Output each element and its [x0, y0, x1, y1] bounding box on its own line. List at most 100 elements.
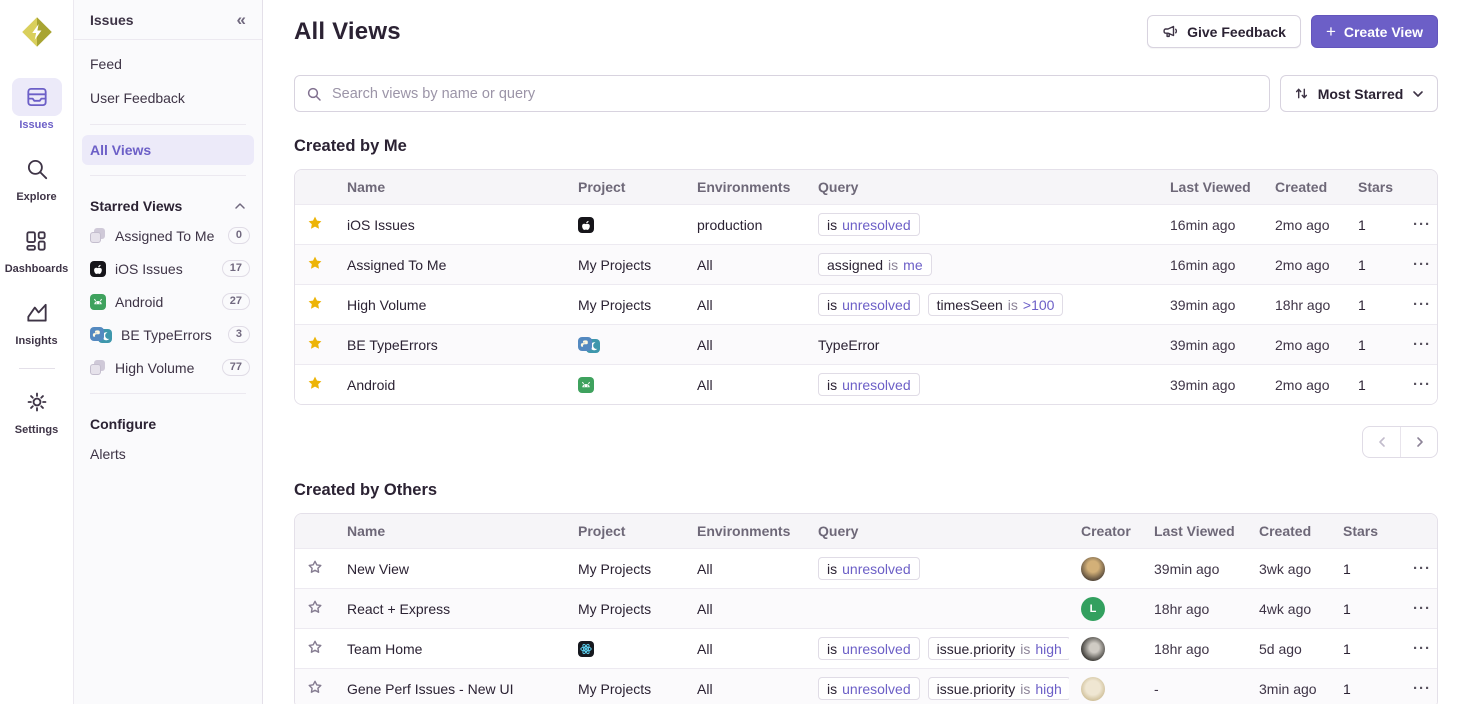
starred-view-assigned-to-me[interactable]: Assigned To Me 0 [74, 219, 262, 252]
column-header-stars: Stars [1346, 179, 1401, 195]
stars-count: 1 [1331, 601, 1401, 617]
issues-sidebar: Issues « Feed User Feedback All Views St… [74, 0, 263, 704]
page-title: All Views [294, 18, 401, 46]
last-viewed-value: 39min ago [1170, 377, 1235, 393]
created-value: 3wk ago [1259, 561, 1311, 577]
sidebar-title: Issues [90, 12, 134, 28]
create-view-button[interactable]: + Create View [1311, 15, 1438, 48]
rail-label: Dashboards [5, 263, 69, 275]
star-outline-icon[interactable] [307, 559, 323, 578]
search-icon [306, 86, 322, 102]
row-actions-button[interactable]: ··· [1401, 336, 1438, 353]
rail-item-dashboards[interactable]: Dashboards [5, 222, 69, 275]
project-stack-icon [90, 360, 106, 376]
python-pair-icon [90, 327, 112, 343]
created-by-me-table: Name Project Environments Query Last Vie… [294, 169, 1438, 405]
count-badge: 17 [222, 260, 250, 277]
row-actions-button[interactable]: ··· [1401, 376, 1438, 393]
row-actions-button[interactable]: ··· [1401, 296, 1438, 313]
row-actions-button[interactable]: ··· [1401, 256, 1438, 273]
stars-count: 1 [1346, 337, 1401, 353]
starred-view-label: BE TypeErrors [121, 327, 219, 343]
starred-view-high-volume[interactable]: High Volume 77 [74, 351, 262, 384]
starred-view-ios-issues[interactable]: iOS Issues 17 [74, 252, 262, 285]
star-outline-icon[interactable] [307, 679, 323, 698]
row-actions-button[interactable]: ··· [1401, 600, 1438, 617]
view-name-link[interactable]: New View [347, 561, 409, 577]
star-filled-icon[interactable] [307, 335, 323, 354]
previous-page-button[interactable] [1363, 427, 1400, 457]
rail-item-settings[interactable]: Settings [12, 383, 62, 436]
star-outline-icon[interactable] [307, 599, 323, 618]
chevron-up-icon[interactable] [234, 202, 246, 210]
row-actions-button[interactable]: ··· [1401, 680, 1438, 697]
give-feedback-label: Give Feedback [1187, 24, 1286, 40]
created-value: 5d ago [1259, 641, 1302, 657]
table-row: React + Express My Projects All L 18hr a… [295, 588, 1437, 628]
star-filled-icon[interactable] [307, 295, 323, 314]
view-name-link[interactable]: Gene Perf Issues - New UI [347, 681, 514, 697]
collapse-sidebar-button[interactable]: « [237, 11, 246, 28]
sort-dropdown[interactable]: Most Starred [1280, 75, 1438, 112]
view-name-link[interactable]: React + Express [347, 601, 450, 617]
stars-count: 1 [1331, 561, 1401, 577]
app-logo[interactable] [18, 13, 56, 54]
chevron-right-icon [1414, 436, 1424, 448]
next-page-button[interactable] [1400, 427, 1437, 457]
column-header-environments: Environments [685, 179, 806, 195]
issues-tray-icon [12, 78, 62, 116]
view-name-link[interactable]: Team Home [347, 641, 422, 657]
table-row: Android All isunresolved 39min ago 2mo a… [295, 364, 1437, 404]
starred-view-label: High Volume [115, 360, 213, 376]
count-badge: 77 [222, 359, 250, 376]
query-chip: issue.priorityishigh [928, 637, 1069, 660]
view-name-link[interactable]: Assigned To Me [347, 257, 446, 273]
view-name-link[interactable]: Android [347, 377, 395, 393]
table-header-row: Name Project Environments Query Creator … [295, 514, 1437, 548]
stars-count: 1 [1346, 257, 1401, 273]
stars-count: 1 [1346, 217, 1401, 233]
view-name-link[interactable]: iOS Issues [347, 217, 415, 233]
table-row: High Volume My Projects All isunresolved… [295, 284, 1437, 324]
sidebar-item-alerts[interactable]: Alerts [74, 437, 262, 471]
table-row: Team Home All isunresolved issue.priorit… [295, 628, 1437, 668]
environments-cell: production [685, 217, 806, 233]
starred-view-be-typeerrors[interactable]: BE TypeErrors 3 [74, 318, 262, 351]
section-heading-created-by-others: Created by Others [294, 481, 1438, 500]
rail-item-issues[interactable]: Issues [12, 78, 62, 131]
star-outline-icon[interactable] [307, 639, 323, 658]
query-chip: isunresolved [818, 637, 920, 660]
environments-cell: All [685, 377, 806, 393]
creator-avatar [1081, 557, 1105, 581]
sidebar-item-user-feedback[interactable]: User Feedback [74, 81, 262, 115]
query-chip: isunresolved [818, 557, 920, 580]
search-views-box [294, 75, 1270, 112]
row-actions-button[interactable]: ··· [1401, 216, 1438, 233]
view-name-link[interactable]: High Volume [347, 297, 426, 313]
view-name-link[interactable]: BE TypeErrors [347, 337, 438, 353]
table-row: Assigned To Me My Projects All assignedi… [295, 244, 1437, 284]
row-actions-button[interactable]: ··· [1401, 560, 1438, 577]
starred-view-label: Android [115, 294, 213, 310]
row-actions-button[interactable]: ··· [1401, 640, 1438, 657]
query-cell: isunresolved [806, 213, 1158, 236]
rail-item-explore[interactable]: Explore [12, 150, 62, 203]
project-cell: My Projects [566, 561, 685, 577]
sidebar-item-feed[interactable]: Feed [74, 47, 262, 81]
last-viewed-value: 16min ago [1170, 257, 1235, 273]
star-filled-icon[interactable] [307, 215, 323, 234]
created-value: 2mo ago [1275, 377, 1329, 393]
star-filled-icon[interactable] [307, 375, 323, 394]
search-views-input[interactable] [330, 85, 1258, 103]
give-feedback-button[interactable]: Give Feedback [1147, 15, 1301, 48]
project-cell: My Projects [566, 601, 685, 617]
starred-view-android[interactable]: Android 27 [74, 285, 262, 318]
star-filled-icon[interactable] [307, 255, 323, 274]
column-header-creator: Creator [1069, 523, 1142, 539]
rail-item-insights[interactable]: Insights [12, 294, 62, 347]
query-chip: isunresolved [818, 677, 920, 700]
sidebar-item-all-views[interactable]: All Views [82, 135, 254, 165]
apple-icon [578, 217, 594, 233]
column-header-query: Query [806, 179, 1158, 195]
table-row: Gene Perf Issues - New UI My Projects Al… [295, 668, 1437, 704]
